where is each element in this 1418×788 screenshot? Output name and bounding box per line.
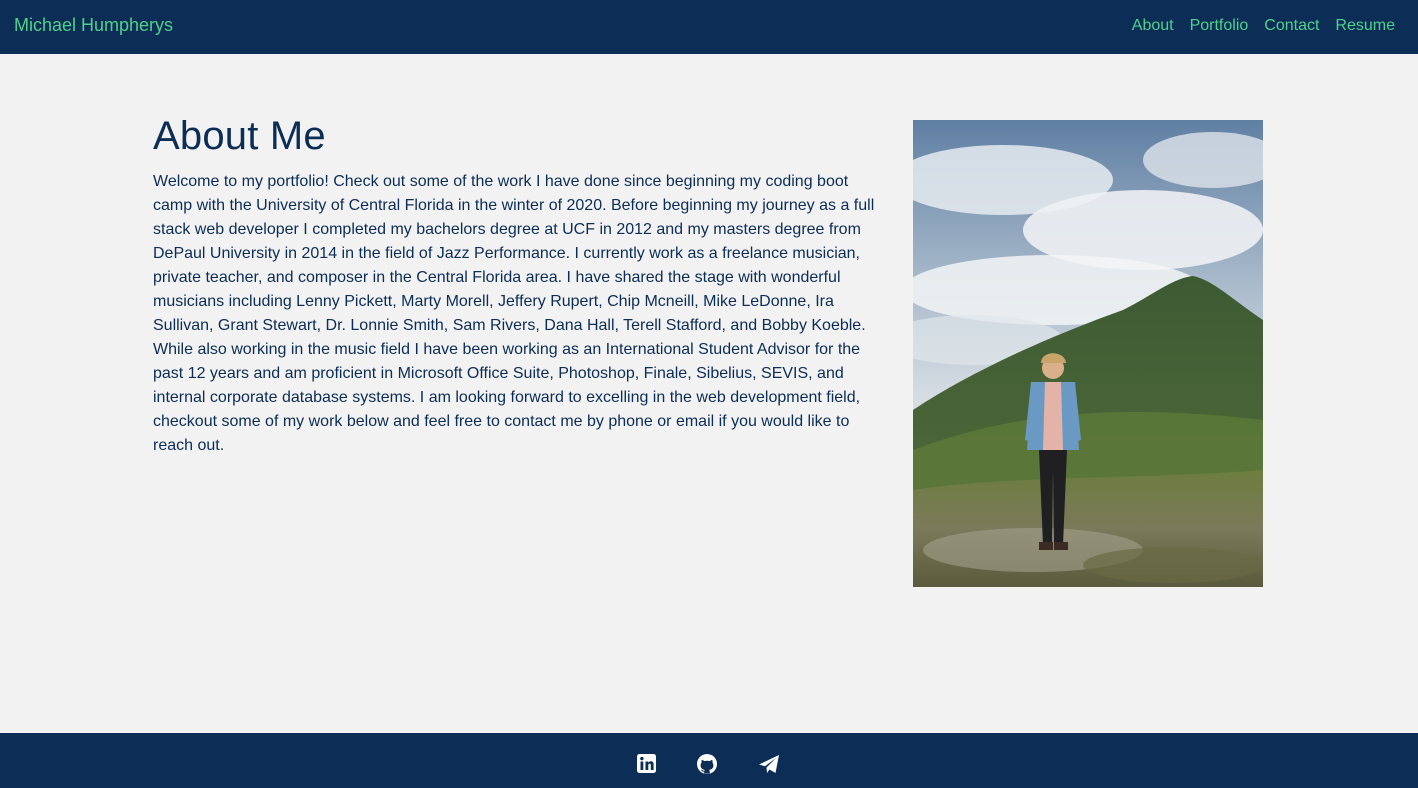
paper-plane-icon[interactable] xyxy=(758,753,780,775)
page-title: About Me xyxy=(153,114,326,158)
linkedin-icon[interactable] xyxy=(636,753,658,775)
nav-link-resume[interactable]: Resume xyxy=(1335,17,1395,35)
nav-link-contact[interactable]: Contact xyxy=(1264,17,1319,35)
brand-link[interactable]: Michael Humpherys xyxy=(14,15,173,36)
nav-link-portfolio[interactable]: Portfolio xyxy=(1190,17,1249,35)
profile-photo xyxy=(913,120,1263,587)
nav-link-about[interactable]: About xyxy=(1132,17,1174,35)
github-icon[interactable] xyxy=(696,753,718,775)
footer xyxy=(0,733,1418,788)
about-description: Welcome to my portfolio! Check out some … xyxy=(153,173,875,454)
nav-links: About Portfolio Contact Resume xyxy=(1132,17,1395,35)
navbar: Michael Humpherys About Portfolio Contac… xyxy=(0,0,1418,54)
